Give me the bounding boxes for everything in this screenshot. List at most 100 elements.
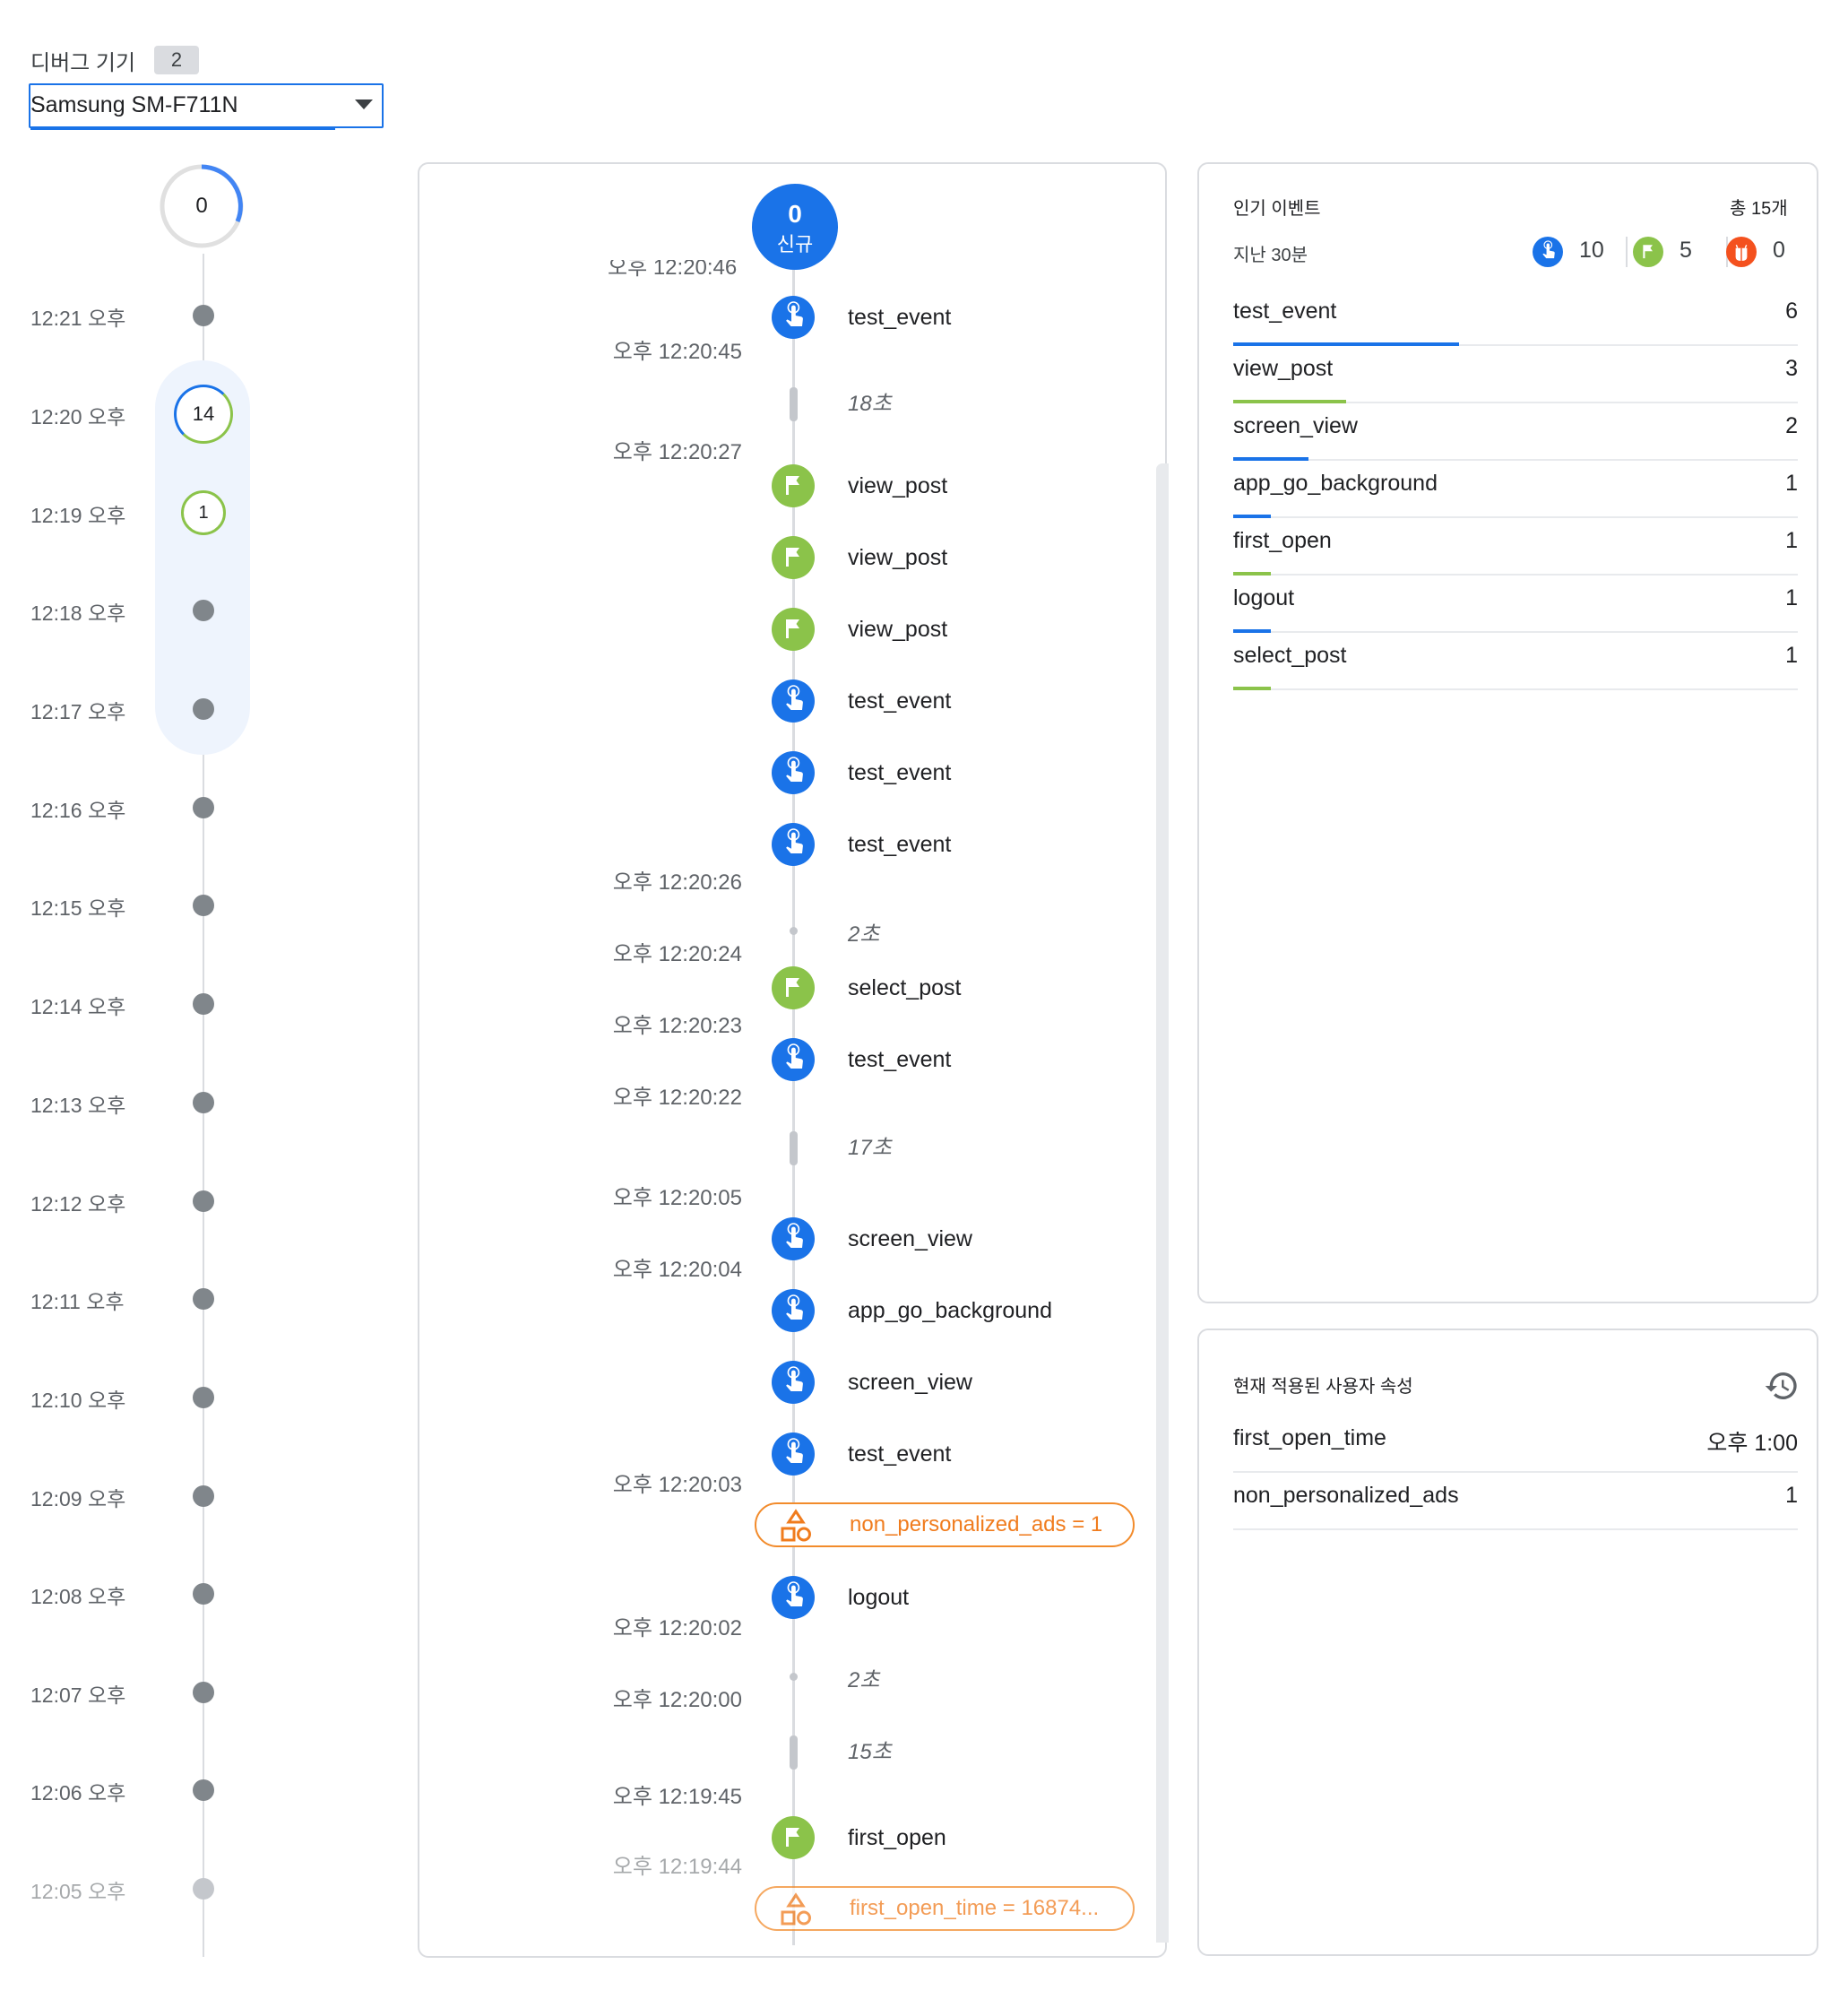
touch-icon <box>772 1289 815 1332</box>
minute-dot[interactable] <box>193 1387 214 1408</box>
user-property-name: first_open_time <box>1233 1425 1386 1450</box>
top-event-count: 3 <box>1785 356 1798 381</box>
time-gap-label: 2초 <box>848 1668 880 1692</box>
top-event-row[interactable]: logout 1 <box>1233 576 1798 633</box>
minute-label: 12:05 오후 <box>30 1880 126 1903</box>
event-name[interactable]: view_post <box>848 473 947 499</box>
top-event-count: 2 <box>1785 413 1798 438</box>
top-event-count: 1 <box>1785 585 1798 610</box>
event-name[interactable]: screen_view <box>848 1370 972 1396</box>
flag-icon <box>772 1816 815 1859</box>
minute-dot[interactable] <box>193 1092 214 1113</box>
event-name[interactable]: logout <box>848 1585 909 1611</box>
event-timestamp: 오후 12:20:24 <box>612 942 742 966</box>
top-event-row[interactable]: view_post 3 <box>1233 347 1798 403</box>
minute-dot[interactable] <box>193 895 214 916</box>
minute-dot[interactable] <box>193 1485 214 1507</box>
minute-count-circle[interactable]: 14 <box>174 385 233 444</box>
top-event-bar <box>1233 457 1308 461</box>
touch-icon <box>772 1038 815 1081</box>
minute-dot[interactable] <box>193 1878 214 1900</box>
event-name[interactable]: view_post <box>848 545 947 571</box>
event-name[interactable]: select_post <box>848 975 961 1001</box>
shapes-icon <box>780 1892 812 1933</box>
flag-icon <box>1633 237 1663 267</box>
event-name[interactable]: test_event <box>848 305 951 331</box>
legend-count: 10 <box>1579 238 1604 263</box>
top-event-row[interactable]: select_post 1 <box>1233 634 1798 690</box>
touch-icon <box>772 823 815 866</box>
touch-icon <box>772 296 815 339</box>
time-gap-label: 18초 <box>848 392 892 416</box>
minute-dot[interactable] <box>193 797 214 818</box>
minute-dot[interactable] <box>193 1288 214 1310</box>
minute-label: 12:18 오후 <box>30 602 126 625</box>
event-name[interactable]: app_go_background <box>848 1298 1052 1324</box>
minute-dot[interactable] <box>193 1583 214 1605</box>
event-name[interactable]: test_event <box>848 688 951 714</box>
legend-count: 0 <box>1773 238 1785 263</box>
event-timestamp: 오후 12:20:23 <box>612 1014 742 1038</box>
minute-label: 12:10 오후 <box>30 1389 126 1412</box>
top-event-bar <box>1233 342 1459 346</box>
top-event-name: logout <box>1233 585 1295 610</box>
top-event-bar <box>1233 572 1272 576</box>
shapes-icon <box>780 1509 812 1549</box>
event-timestamp: 오후 12:20:05 <box>612 1186 742 1210</box>
minute-dot[interactable] <box>193 698 214 720</box>
legend-count: 5 <box>1680 238 1692 263</box>
top-event-row[interactable]: first_open 1 <box>1233 519 1798 576</box>
new-events-label: 신규 <box>776 233 814 255</box>
user-property-value: 오후 1:00 <box>1706 1431 1798 1456</box>
event-stream-scrollbar[interactable] <box>1156 463 1169 1943</box>
minute-dot[interactable] <box>193 1779 214 1801</box>
device-select-value: Samsung SM-F711N <box>30 92 238 117</box>
event-name[interactable]: screen_view <box>848 1226 972 1252</box>
event-timestamp: 오후 12:20:26 <box>612 870 742 895</box>
seconds-countdown: 0 <box>159 163 245 249</box>
event-name[interactable]: view_post <box>848 617 947 643</box>
dropdown-arrow-icon <box>355 100 373 109</box>
time-gap-marker <box>790 387 798 421</box>
minute-label: 12:20 오후 <box>30 405 126 428</box>
flag-icon <box>772 536 815 579</box>
event-name[interactable]: first_open <box>848 1825 946 1851</box>
touch-icon <box>772 679 815 723</box>
minute-dot[interactable] <box>193 1682 214 1703</box>
minute-label: 12:06 오후 <box>30 1781 126 1805</box>
top-event-name: first_open <box>1233 528 1332 553</box>
minute-label: 12:14 오후 <box>30 995 126 1018</box>
event-name[interactable]: test_event <box>848 832 951 858</box>
device-select-underline <box>30 127 335 130</box>
top-event-row[interactable]: test_event 6 <box>1233 290 1798 346</box>
time-gap-label: 17초 <box>848 1136 892 1160</box>
top-event-bar <box>1233 515 1272 518</box>
user-property-row[interactable]: first_open_time 오후 1:00 <box>1233 1416 1798 1473</box>
event-name[interactable]: test_event <box>848 1047 951 1073</box>
minute-count-circle[interactable]: 1 <box>181 490 226 535</box>
event-timestamp: 오후 12:20:04 <box>612 1258 742 1282</box>
user-property-event[interactable]: non_personalized_ads = 1 <box>755 1502 1135 1547</box>
new-events-badge[interactable]: 0 신규 <box>752 184 838 270</box>
minute-label: 12:09 오후 <box>30 1487 126 1510</box>
user-property-event[interactable]: first_open_time = 16874... <box>755 1886 1135 1931</box>
top-event-bar <box>1233 400 1346 403</box>
minute-dot[interactable] <box>193 993 214 1015</box>
user-property-value: 1 <box>1785 1483 1798 1508</box>
event-timestamp: 오후 12:20:00 <box>612 1688 742 1712</box>
device-select[interactable]: Samsung SM-F711N <box>29 83 384 130</box>
minute-dot[interactable] <box>193 1190 214 1212</box>
minute-label: 12:19 오후 <box>30 504 126 527</box>
minute-dot[interactable] <box>193 305 214 326</box>
history-icon[interactable] <box>1764 1368 1800 1408</box>
minute-label: 12:21 오후 <box>30 307 126 330</box>
top-event-row[interactable]: app_go_background 1 <box>1233 462 1798 518</box>
event-name[interactable]: test_event <box>848 1441 951 1467</box>
event-name[interactable]: test_event <box>848 760 951 786</box>
user-property-row[interactable]: non_personalized_ads 1 <box>1233 1474 1798 1530</box>
minute-dot[interactable] <box>193 600 214 621</box>
top-event-bar <box>1233 687 1272 690</box>
event-timestamp: 오후 12:19:45 <box>612 1785 742 1809</box>
top-event-name: view_post <box>1233 356 1334 381</box>
top-event-row[interactable]: screen_view 2 <box>1233 404 1798 461</box>
